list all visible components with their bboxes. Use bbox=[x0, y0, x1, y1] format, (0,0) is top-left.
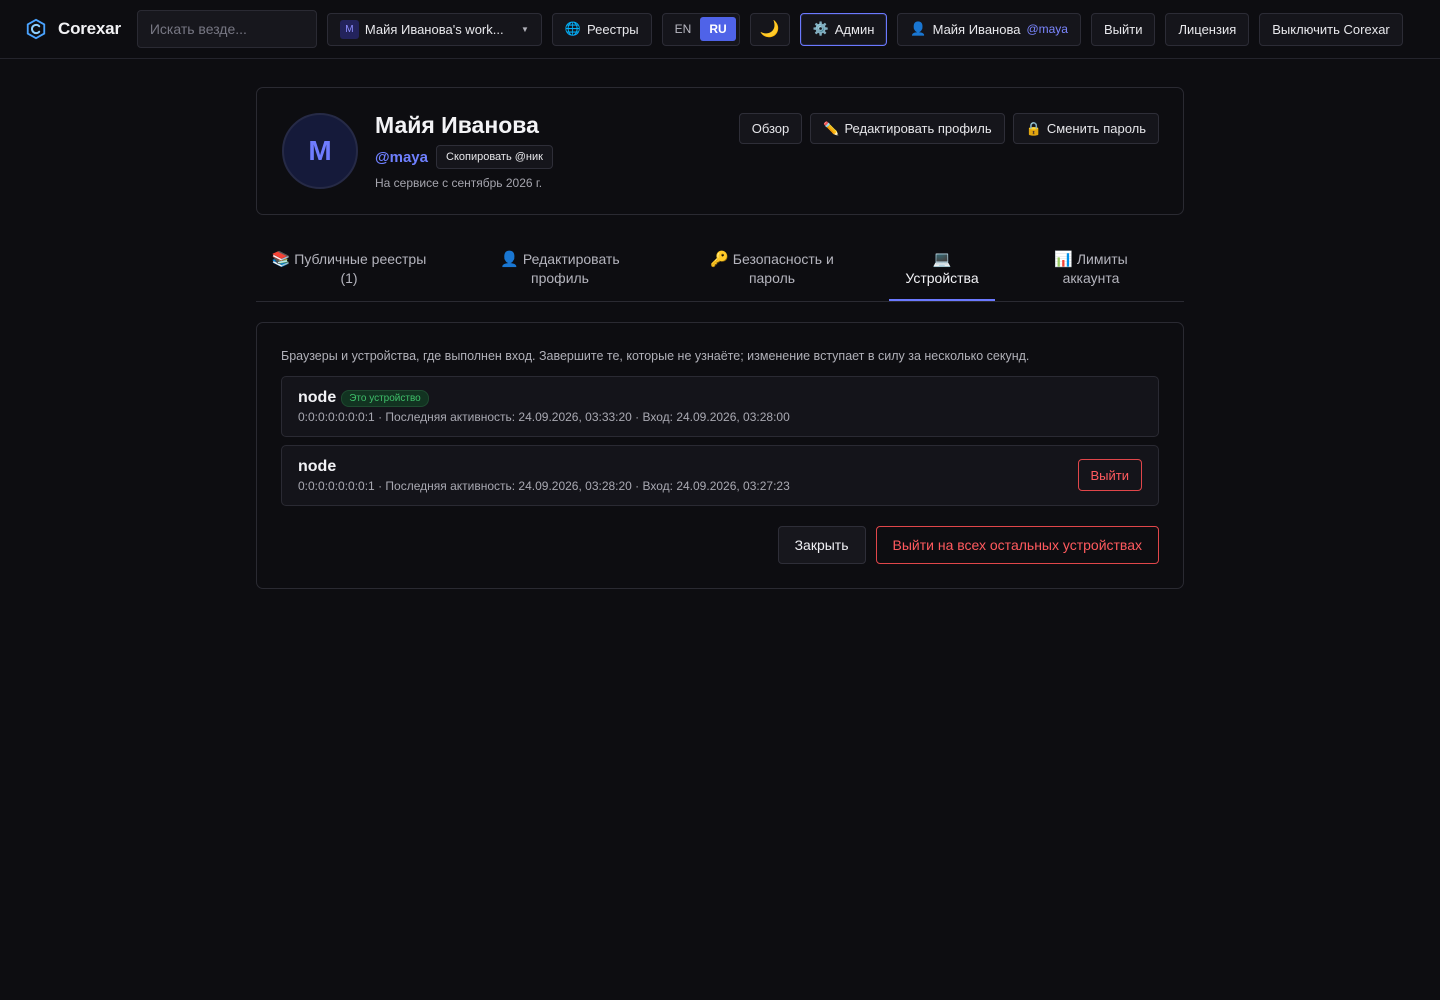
session-item-current: node Это устройство 0:0:0:0:0:0:0:1 · По… bbox=[281, 376, 1159, 437]
session-title-row: node Это устройство bbox=[298, 389, 429, 407]
logout-all-other-devices-button[interactable]: Выйти на всех остальных устройствах bbox=[875, 526, 1159, 564]
logout-button[interactable]: Выйти bbox=[1090, 12, 1156, 46]
profile-nick: @maya bbox=[375, 148, 428, 166]
tab-label: Лимиты bbox=[1076, 251, 1128, 267]
profile-tabs: 📚 Публичные реестры (1) 👤 Редактировать … bbox=[256, 238, 1184, 302]
tab-label-line2: аккаунта bbox=[1062, 270, 1120, 286]
tab-security[interactable]: 🔑 Безопасность и пароль bbox=[706, 250, 838, 288]
session-name: node bbox=[298, 458, 337, 475]
edit-profile-button[interactable]: ✏️ Редактировать профиль bbox=[810, 113, 1005, 144]
current-device-badge: Это устройство bbox=[341, 389, 429, 407]
session-logout-button[interactable]: Выйти bbox=[1077, 459, 1142, 491]
close-button[interactable]: Закрыть bbox=[777, 526, 866, 564]
brand[interactable]: Corexar bbox=[24, 17, 121, 41]
license-button[interactable]: Лицензия bbox=[1165, 12, 1250, 46]
change-password-button[interactable]: 🔒 Сменить пароль bbox=[1012, 113, 1159, 144]
overview-button[interactable]: Обзор bbox=[738, 113, 803, 144]
corexar-logo-icon bbox=[24, 17, 48, 41]
user-icon: 👤 bbox=[500, 251, 520, 268]
brand-name: Corexar bbox=[58, 19, 121, 38]
registries-button[interactable]: 🌐 Реестры bbox=[551, 12, 652, 46]
session-name: node bbox=[298, 389, 337, 406]
language-switcher: EN RU bbox=[661, 12, 740, 46]
profile-header-card: M Майя Иванова @maya Скопировать @ник На… bbox=[256, 87, 1184, 215]
edit-profile-label: Редактировать профиль bbox=[844, 121, 992, 136]
books-icon: 📚 bbox=[271, 251, 291, 268]
admin-label: Админ bbox=[834, 21, 875, 37]
tab-account-limits[interactable]: 📊 Лимиты аккаунта bbox=[1051, 250, 1131, 288]
workspace-avatar: M bbox=[339, 19, 359, 39]
lock-icon: 🔒 bbox=[1025, 120, 1042, 136]
tab-label: Безопасность и bbox=[732, 251, 834, 267]
bar-chart-icon: 📊 bbox=[1054, 251, 1073, 268]
chevron-down-icon: ▼ bbox=[520, 24, 529, 34]
profile-actions: Обзор ✏️ Редактировать профиль 🔒 Сменить… bbox=[738, 113, 1159, 144]
tab-edit-profile[interactable]: 👤 Редактировать профиль bbox=[496, 250, 624, 288]
global-search-input[interactable] bbox=[136, 10, 317, 48]
tab-label: Редактировать bbox=[522, 251, 620, 267]
session-title-row: node bbox=[298, 458, 336, 476]
globe-icon: 🌐 bbox=[564, 21, 582, 36]
theme-toggle-button[interactable]: 🌙 bbox=[749, 12, 790, 46]
user-nick: @maya bbox=[1026, 22, 1068, 36]
workspace-label: Майя Иванова's work... bbox=[364, 21, 504, 37]
tab-label: Публичные реестры bbox=[294, 251, 427, 267]
tab-label-line2: пароль bbox=[748, 270, 796, 286]
avatar: M bbox=[282, 113, 358, 189]
user-icon: 👤 bbox=[910, 21, 927, 36]
devices-footer: Закрыть Выйти на всех остальных устройст… bbox=[777, 526, 1159, 564]
lang-en-button[interactable]: EN bbox=[666, 17, 701, 41]
devices-description: Браузеры и устройства, где выполнен вход… bbox=[281, 349, 1030, 363]
pencil-icon: ✏️ bbox=[823, 120, 840, 136]
devices-card: Браузеры и устройства, где выполнен вход… bbox=[256, 322, 1184, 589]
session-meta: 0:0:0:0:0:0:0:1 · Последняя активность: … bbox=[298, 479, 790, 493]
profile-nick-row: @maya Скопировать @ник bbox=[375, 145, 553, 169]
gear-icon: ⚙️ bbox=[812, 21, 829, 36]
top-bar: Corexar M Майя Иванова's work... ▼ 🌐 Рее… bbox=[0, 0, 1440, 59]
key-icon: 🔑 bbox=[710, 251, 729, 268]
user-menu-button[interactable]: 👤 Майя Иванова @maya bbox=[897, 12, 1081, 46]
tab-label: Устройства bbox=[905, 270, 979, 286]
user-name: Майя Иванова bbox=[932, 21, 1021, 37]
tab-public-registries[interactable]: 📚 Публичные реестры (1) bbox=[270, 250, 428, 288]
shutdown-button[interactable]: Выключить Corexar bbox=[1259, 12, 1403, 46]
admin-button[interactable]: ⚙️ Админ bbox=[799, 12, 888, 46]
laptop-icon: 💻 bbox=[932, 251, 952, 268]
member-since: На сервисе с сентябрь 2026 г. bbox=[375, 176, 543, 190]
session-item: node 0:0:0:0:0:0:0:1 · Последняя активно… bbox=[281, 445, 1159, 506]
copy-nick-button[interactable]: Скопировать @ник bbox=[436, 145, 553, 169]
tab-label-count: (1) bbox=[340, 270, 358, 286]
tab-devices[interactable]: 💻 Устройства bbox=[889, 250, 995, 301]
change-password-label: Сменить пароль bbox=[1046, 121, 1146, 136]
profile-name: Майя Иванова bbox=[375, 112, 539, 138]
registries-label: Реестры bbox=[587, 21, 639, 37]
lang-ru-button[interactable]: RU bbox=[700, 17, 736, 41]
workspace-switcher[interactable]: M Майя Иванова's work... ▼ bbox=[326, 12, 542, 46]
session-meta: 0:0:0:0:0:0:0:1 · Последняя активность: … bbox=[298, 410, 790, 424]
moon-icon: 🌙 bbox=[759, 21, 780, 38]
tab-label-line2: профиль bbox=[531, 270, 589, 286]
